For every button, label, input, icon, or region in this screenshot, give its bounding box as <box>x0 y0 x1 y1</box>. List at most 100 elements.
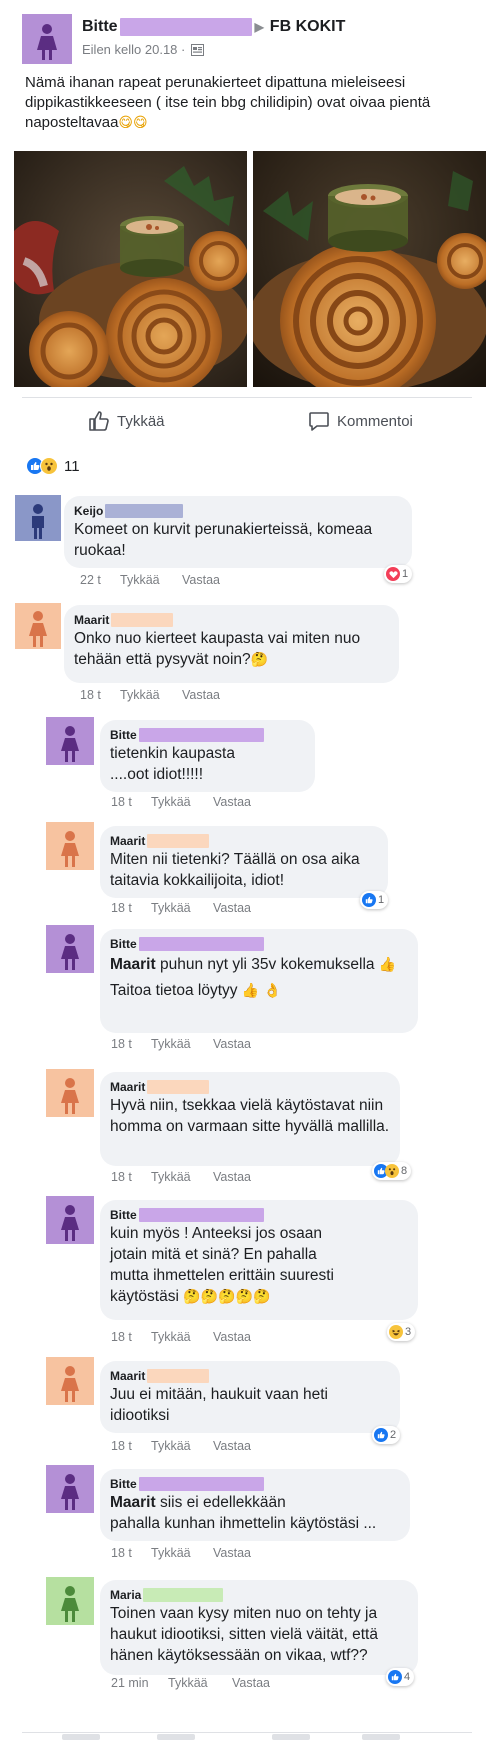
post-author[interactable]: Bitte ▶ FB KOKIT <box>82 18 345 36</box>
comment-like-button[interactable]: Tykkää <box>151 1037 213 1051</box>
comment-author-name[interactable]: Maarit <box>110 1369 145 1383</box>
mention-link[interactable]: Maarit <box>110 1494 156 1511</box>
reaction-badge[interactable]: 1 <box>360 891 389 909</box>
comment-button[interactable]: Kommentoi <box>308 408 413 434</box>
comment-author[interactable]: Keijo <box>74 502 402 519</box>
comment-like-button[interactable]: Tykkää <box>151 901 213 915</box>
comment-time[interactable]: 18 t <box>80 688 120 702</box>
nav-tab[interactable] <box>272 1734 310 1740</box>
comment-bubble[interactable]: Maarit Miten nii tietenki? Täällä on osa… <box>100 826 388 898</box>
comment-like-button[interactable]: Tykkää <box>168 1676 232 1690</box>
reaction-badge[interactable]: 1 <box>384 565 413 583</box>
comment-author-name[interactable]: Keijo <box>74 504 103 518</box>
comment-like-button[interactable]: Tykkää <box>151 1439 213 1453</box>
comment-time[interactable]: 21 min <box>111 1676 168 1690</box>
comment-author-name[interactable]: Bitte <box>110 1208 137 1222</box>
comment-bubble[interactable]: Bitte kuin myös ! Anteeksi jos osaan jot… <box>100 1200 418 1320</box>
comment-time[interactable]: 18 t <box>111 1439 151 1453</box>
comment-reply-button[interactable]: Vastaa <box>232 1676 270 1690</box>
thumbs-up-emoji: 👍 <box>378 957 397 973</box>
comment-time[interactable]: 18 t <box>111 901 151 915</box>
comment-author-name[interactable]: Maarit <box>74 613 109 627</box>
comment-reply-button[interactable]: Vastaa <box>213 1330 251 1344</box>
comment-reply-button[interactable]: Vastaa <box>213 1439 251 1453</box>
post-author-name[interactable]: Bitte <box>82 18 118 36</box>
comment-bubble[interactable]: Bitte tietenkin kaupasta ....oot idiot!!… <box>100 720 315 792</box>
redacted-name <box>143 1587 224 1602</box>
comment-like-button[interactable]: Tykkää <box>151 795 213 809</box>
avatar[interactable] <box>22 14 72 64</box>
comment-author[interactable]: Maarit <box>110 1367 390 1384</box>
comment-author-name[interactable]: Maarit <box>110 834 145 848</box>
comment-author[interactable]: Maarit <box>74 611 389 628</box>
group-name[interactable]: FB KOKIT <box>270 18 346 36</box>
redacted-name <box>138 1476 264 1491</box>
nav-tab[interactable] <box>62 1734 100 1740</box>
comment-bubble[interactable]: Bitte Maarit puhun nyt yli 35v kokemukse… <box>100 929 418 1033</box>
nav-tab[interactable] <box>362 1734 400 1740</box>
comment-text-line: tietenkin kaupasta <box>110 745 235 762</box>
comment-text-body: Taitoa tietoa löytyy <box>110 982 238 999</box>
comment-reply-button[interactable]: Vastaa <box>213 901 251 915</box>
comment-author[interactable]: Bitte <box>110 935 408 952</box>
comment-reply-button[interactable]: Vastaa <box>213 1037 251 1051</box>
avatar[interactable] <box>46 1357 94 1405</box>
comment-like-button[interactable]: Tykkää <box>151 1546 213 1560</box>
comment-bubble[interactable]: Maarit Hyvä niin, tsekkaa vielä käytösta… <box>100 1072 400 1166</box>
avatar[interactable] <box>46 925 94 973</box>
comment-reply-button[interactable]: Vastaa <box>182 688 220 702</box>
comment-author[interactable]: Maarit <box>110 1078 390 1095</box>
comment-author-name[interactable]: Bitte <box>110 937 137 951</box>
comment-like-button[interactable]: Tykkää <box>120 573 182 587</box>
avatar[interactable] <box>46 1196 94 1244</box>
comment-author-name[interactable]: Bitte <box>110 1477 137 1491</box>
reaction-badge[interactable]: 4 <box>386 1668 415 1686</box>
comment-author-name[interactable]: Bitte <box>110 728 137 742</box>
comment-bubble[interactable]: Maria Toinen vaan kysy miten nuo on teht… <box>100 1580 418 1675</box>
comment-author[interactable]: Bitte <box>110 1475 400 1492</box>
comment-reply-button[interactable]: Vastaa <box>213 1546 251 1560</box>
comment-bubble[interactable]: Maarit Onko nuo kierteet kaupasta vai mi… <box>64 605 399 683</box>
reaction-summary[interactable]: 11 <box>26 455 80 477</box>
post-timestamp[interactable]: Eilen kello 20.18 · <box>82 42 185 57</box>
comment-time[interactable]: 18 t <box>111 1330 151 1344</box>
reaction-badge[interactable]: 2 <box>372 1426 401 1444</box>
comment-reply-button[interactable]: Vastaa <box>213 1170 251 1184</box>
reaction-badge[interactable]: 3 <box>387 1323 416 1341</box>
like-button[interactable]: Tykkää <box>88 408 165 434</box>
comment-time[interactable]: 18 t <box>111 1037 151 1051</box>
reaction-badge[interactable]: 8 <box>372 1162 412 1180</box>
comment-time[interactable]: 18 t <box>111 1546 151 1560</box>
comment-author[interactable]: Maarit <box>110 832 378 849</box>
avatar[interactable] <box>46 1069 94 1117</box>
avatar[interactable] <box>46 1465 94 1513</box>
comment-author-name[interactable]: Maria <box>110 1588 141 1602</box>
comment-author[interactable]: Bitte <box>110 726 305 743</box>
comment-bubble[interactable]: Keijo Komeet on kurvit perunakierteissä,… <box>64 496 412 568</box>
comment-time[interactable]: 18 t <box>111 795 151 809</box>
comment-author-name[interactable]: Maarit <box>110 1080 145 1094</box>
page-bottom-bar <box>22 1732 472 1750</box>
comment-like-button[interactable]: Tykkää <box>151 1330 213 1344</box>
divider <box>22 1732 472 1733</box>
comment-like-button[interactable]: Tykkää <box>151 1170 213 1184</box>
comment-reply-button[interactable]: Vastaa <box>213 795 251 809</box>
comment-time[interactable]: 18 t <box>111 1170 151 1184</box>
comment-author[interactable]: Maria <box>110 1586 408 1603</box>
reaction-count: 11 <box>64 457 80 475</box>
nav-tab[interactable] <box>157 1734 195 1740</box>
avatar[interactable] <box>46 717 94 765</box>
comment-bubble[interactable]: Bitte Maarit siis ei edellekkään pahalla… <box>100 1469 410 1541</box>
avatar[interactable] <box>46 1577 94 1625</box>
mention-link[interactable]: Maarit <box>110 956 156 973</box>
comment-bubble[interactable]: Maarit Juu ei mitään, haukuit vaan heti … <box>100 1361 400 1433</box>
avatar[interactable] <box>15 603 61 649</box>
comment-time[interactable]: 22 t <box>80 573 120 587</box>
comment-author[interactable]: Bitte <box>110 1206 408 1223</box>
comment-like-button[interactable]: Tykkää <box>120 688 182 702</box>
post-photo-2[interactable] <box>253 151 486 387</box>
avatar[interactable] <box>15 495 61 541</box>
comment-reply-button[interactable]: Vastaa <box>182 573 220 587</box>
post-photo-1[interactable] <box>14 151 247 387</box>
avatar[interactable] <box>46 822 94 870</box>
